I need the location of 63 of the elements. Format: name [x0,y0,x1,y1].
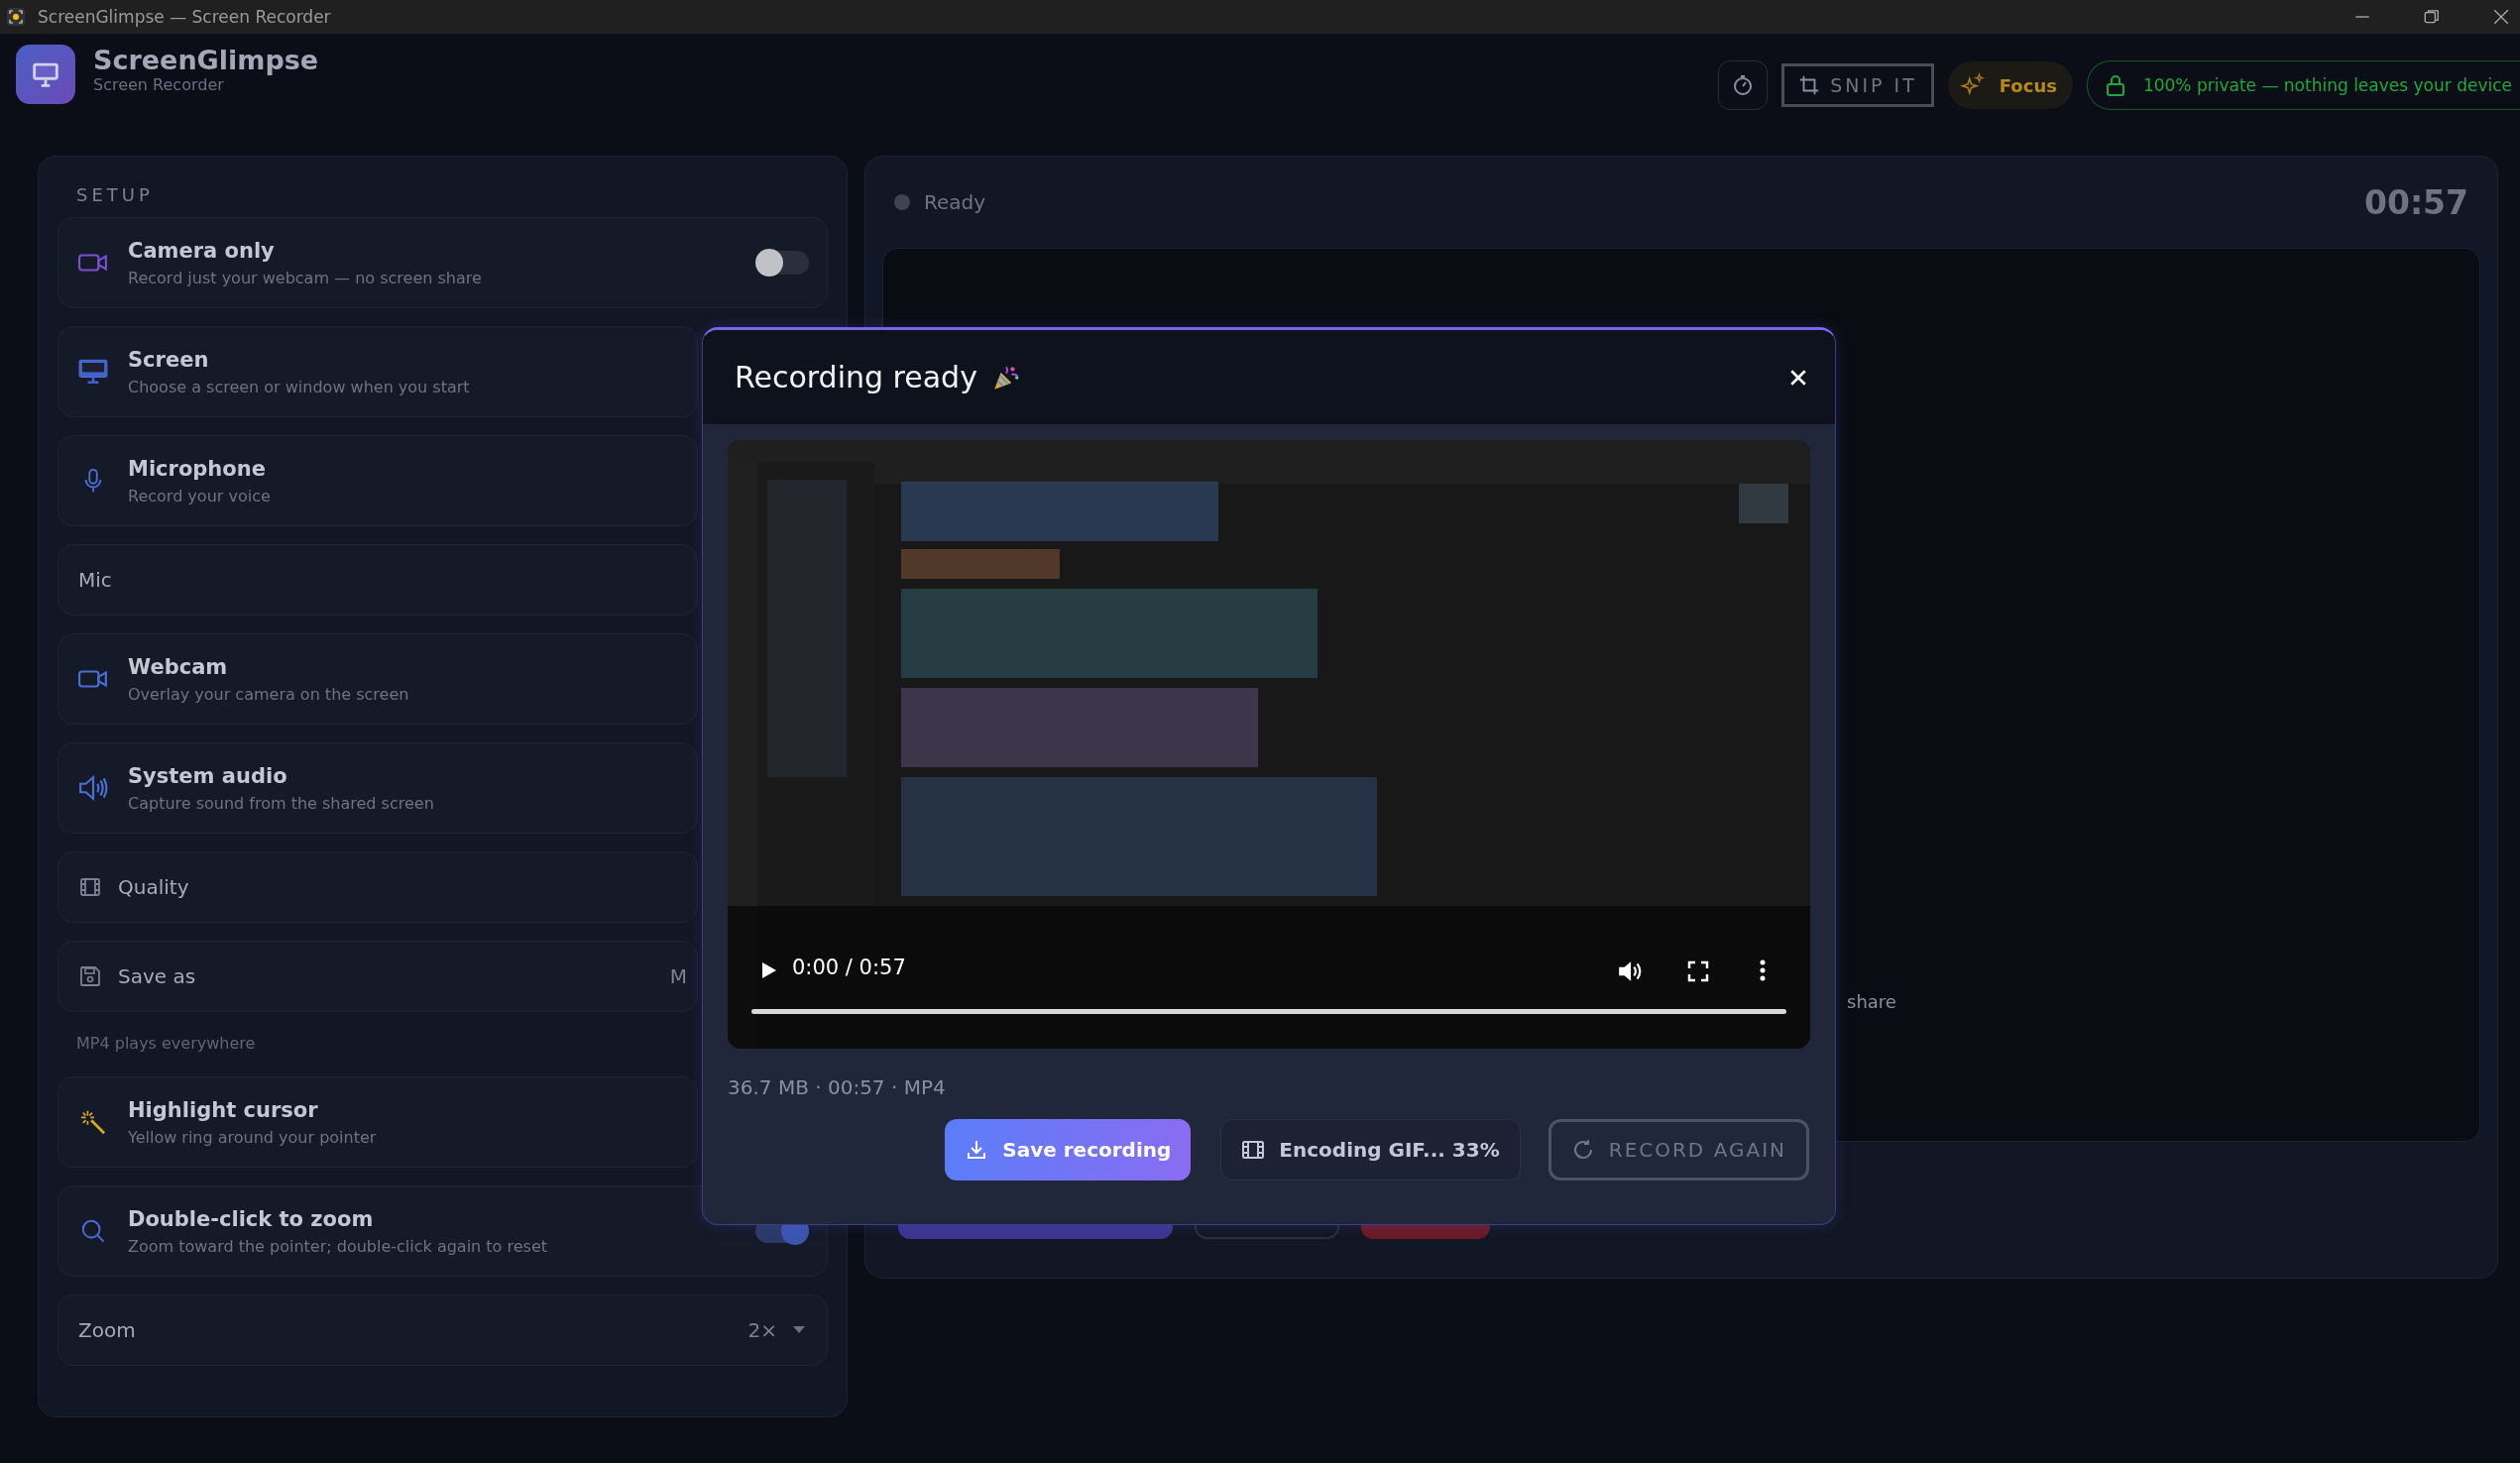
select-label: Zoom [78,1318,136,1342]
fullscreen-icon[interactable] [1686,959,1710,983]
file-info: 36.7 MB · 00:57 · MP4 [728,1075,947,1099]
encoding-button[interactable]: Encoding GIF... 33% [1220,1119,1521,1181]
select-row[interactable]: Quality [57,851,698,923]
app-icon [6,7,26,27]
option-title: Camera only [128,238,276,263]
status-dot-icon [894,194,910,210]
app-subtitle: Screen Recorder [93,75,225,94]
option-description: Record your voice [128,486,271,506]
option-row[interactable]: Webcam Overlay your camera on the screen [57,633,698,725]
toggle-row[interactable]: Double-click to zoom Zoom toward the pointer; double-click again to reset [57,1185,828,1277]
film-icon [78,875,102,899]
option-row[interactable]: Highlight cursor Yellow ring around your pointer [57,1076,698,1168]
status-text: Ready [924,190,986,214]
monitor-icon [78,359,108,385]
film-icon [1241,1138,1266,1162]
option-title: Highlight cursor [128,1097,319,1122]
crop-icon [1798,74,1821,96]
window-title: ScreenGlimpse — Screen Recorder [38,7,331,27]
option-title: Microphone [128,456,267,481]
app-name: ScreenGlimpse [93,45,319,75]
dialog-title: Recording ready [735,360,977,394]
option-description: Capture sound from the shared screen [128,793,434,813]
focus-button[interactable]: Focus [1947,61,2073,109]
speaker-icon [78,775,108,801]
option-row[interactable]: Screen Choose a screen or window when you start [57,326,698,417]
restore-icon[interactable] [2423,8,2441,26]
option-row[interactable]: System audio Capture sound from the shared screen [57,742,698,834]
select-label: Mic [78,568,112,592]
select-value: 2× [747,1318,777,1342]
snip-button[interactable]: SNIP IT [1781,63,1934,107]
close-icon[interactable] [2492,8,2510,26]
save-button[interactable]: Save recording [945,1119,1192,1181]
option-description: Record just your webcam — no screen share [128,268,482,287]
more-options-icon[interactable] [1759,958,1767,982]
select-row[interactable]: Zoom 2× [57,1294,828,1366]
option-description: Yellow ring around your pointer [128,1127,377,1147]
toggle-switch[interactable] [755,251,809,275]
toggle-row[interactable]: Camera only Record just your webcam — no screen share [57,217,828,308]
option-title: Webcam [128,654,229,679]
select-value: M [669,964,687,988]
magic-wand-icon [78,1109,108,1135]
option-title: Double-click to zoom [128,1206,375,1231]
option-row[interactable]: Microphone Record your voice [57,435,698,526]
timer-display: 00:57 [2363,182,2468,222]
option-description: Zoom toward the pointer; double-click again to reset [128,1236,547,1256]
play-icon[interactable] [761,961,777,979]
hint-text: MP4 plays everywhere [76,1034,257,1053]
app-logo [16,45,75,104]
select-row[interactable]: Mic [57,544,698,616]
preview-hint: share [1847,991,1896,1012]
option-description: Overlay your camera on the screen [128,684,409,704]
option-title: System audio [128,763,288,788]
select-row[interactable]: Save as M [57,941,698,1012]
section-heading: SETUP [76,184,155,205]
option-description: Choose a screen or window when you start [128,377,470,396]
timer-button[interactable] [1718,60,1769,110]
select-label: Quality [118,875,189,899]
privacy-badge: 100% private — nothing leaves your device [2086,60,2520,110]
playback-time: 0:00 / 0:57 [792,956,906,979]
option-title: Screen [128,347,210,372]
select-label: Save as [118,964,196,988]
